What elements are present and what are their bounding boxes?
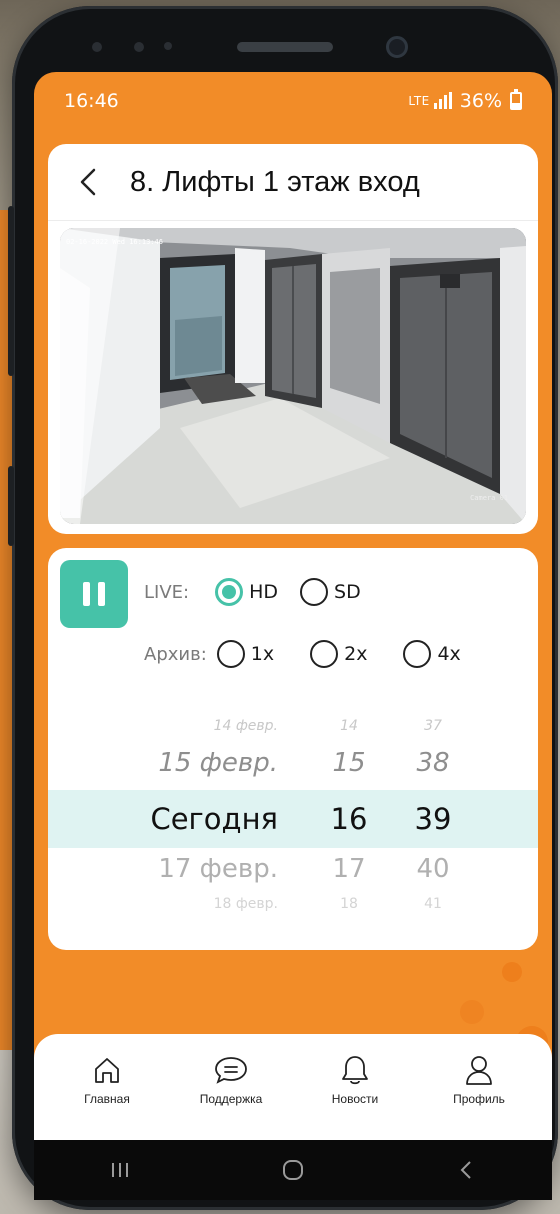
system-navigation-bar (34, 1140, 552, 1200)
recents-button[interactable] (90, 1150, 150, 1190)
archive-speed-row: Архив: 1x 2x 4x (144, 640, 461, 668)
app-screen: 16:46 LTE 36% 8. Лифты 1 этаж вход 02-16… (34, 72, 552, 1140)
recents-icon (112, 1163, 129, 1177)
live-label: LIVE: (144, 581, 190, 603)
chevron-left-icon (80, 168, 96, 196)
status-time: 16:46 (64, 90, 119, 112)
radio-empty-icon (310, 640, 339, 668)
playback-controls-card: LIVE: HD SD Архив: 1x 2x 4x 14 февр. 14 … (48, 548, 538, 950)
camera-video-feed[interactable]: 02-16-2022 Wed 16:13:46 Camera 01 (60, 228, 526, 524)
nav-label-profile: Профиль (453, 1092, 505, 1106)
date-time-picker[interactable]: 14 февр. 14 37 15 февр. 15 38 Сегодня 16… (48, 718, 538, 928)
status-bar: 16:46 LTE 36% (34, 72, 552, 130)
network-type: LTE (408, 94, 430, 108)
live-option-hd[interactable]: HD (215, 578, 278, 606)
pause-button[interactable] (60, 560, 128, 628)
radio-empty-icon (300, 578, 329, 606)
video-timestamp: 02-16-2022 Wed 16:13:46 (66, 238, 163, 246)
picker-row[interactable]: 15 февр. 15 38 (48, 748, 538, 788)
nav-label-support: Поддержка (199, 1092, 263, 1106)
camera-card: 8. Лифты 1 этаж вход 02-16-2022 Wed 16:1… (48, 144, 538, 534)
home-icon (87, 1050, 127, 1090)
volume-button (8, 206, 14, 376)
back-system-button[interactable] (436, 1150, 496, 1190)
back-arrow-icon (460, 1161, 471, 1179)
home-pill-icon (282, 1160, 303, 1180)
video-camera-label: Camera 01 (470, 494, 508, 502)
nav-item-news[interactable]: Новости (300, 1042, 410, 1140)
battery-percent: 36% (459, 90, 502, 112)
page-header: 8. Лифты 1 этаж вход (48, 144, 538, 220)
archive-option-4x[interactable]: 4x (403, 640, 461, 668)
picker-row[interactable]: 17 февр. 17 40 (48, 854, 538, 894)
live-option-sd[interactable]: SD (300, 578, 361, 606)
radio-selected-icon (215, 578, 244, 606)
picker-row[interactable]: 18 февр. 18 41 (48, 896, 538, 936)
signal-icon (433, 92, 452, 109)
sensor-icon (134, 42, 144, 52)
earpiece-speaker (237, 42, 333, 52)
bixby-button (8, 466, 14, 546)
user-icon (459, 1050, 499, 1090)
battery-icon (510, 89, 522, 110)
page-title: 8. Лифты 1 этаж вход (130, 165, 420, 198)
pause-icon (83, 582, 90, 606)
picker-row-selected[interactable]: Сегодня 16 39 (48, 802, 538, 842)
nav-item-support[interactable]: Поддержка (176, 1042, 286, 1140)
sensor-icon (92, 42, 102, 52)
video-frame-image (60, 228, 526, 524)
radio-empty-icon (216, 640, 245, 668)
phone-frame: 16:46 LTE 36% 8. Лифты 1 этаж вход 02-16… (8, 6, 558, 1210)
bell-icon (335, 1050, 375, 1090)
live-quality-row: LIVE: HD SD (144, 578, 361, 606)
front-camera-icon (386, 36, 408, 58)
phone-top-bezel (12, 6, 558, 72)
nav-label-home: Главная (84, 1092, 130, 1106)
nav-label-news: Новости (331, 1092, 379, 1106)
chat-icon (211, 1050, 251, 1090)
nav-item-home[interactable]: Главная (52, 1042, 162, 1140)
nav-item-profile[interactable]: Профиль (424, 1042, 534, 1140)
back-button[interactable] (70, 164, 106, 200)
archive-option-2x[interactable]: 2x (310, 640, 367, 668)
status-indicators: LTE 36% (408, 89, 522, 112)
bottom-navigation: Главная Поддержка Новости Профиль (34, 1034, 552, 1140)
radio-empty-icon (403, 640, 432, 668)
header-divider (48, 220, 538, 221)
home-system-button[interactable] (263, 1150, 323, 1190)
archive-label: Архив: (144, 643, 207, 665)
sensor-icon (164, 42, 172, 50)
archive-option-1x[interactable]: 1x (216, 640, 274, 668)
